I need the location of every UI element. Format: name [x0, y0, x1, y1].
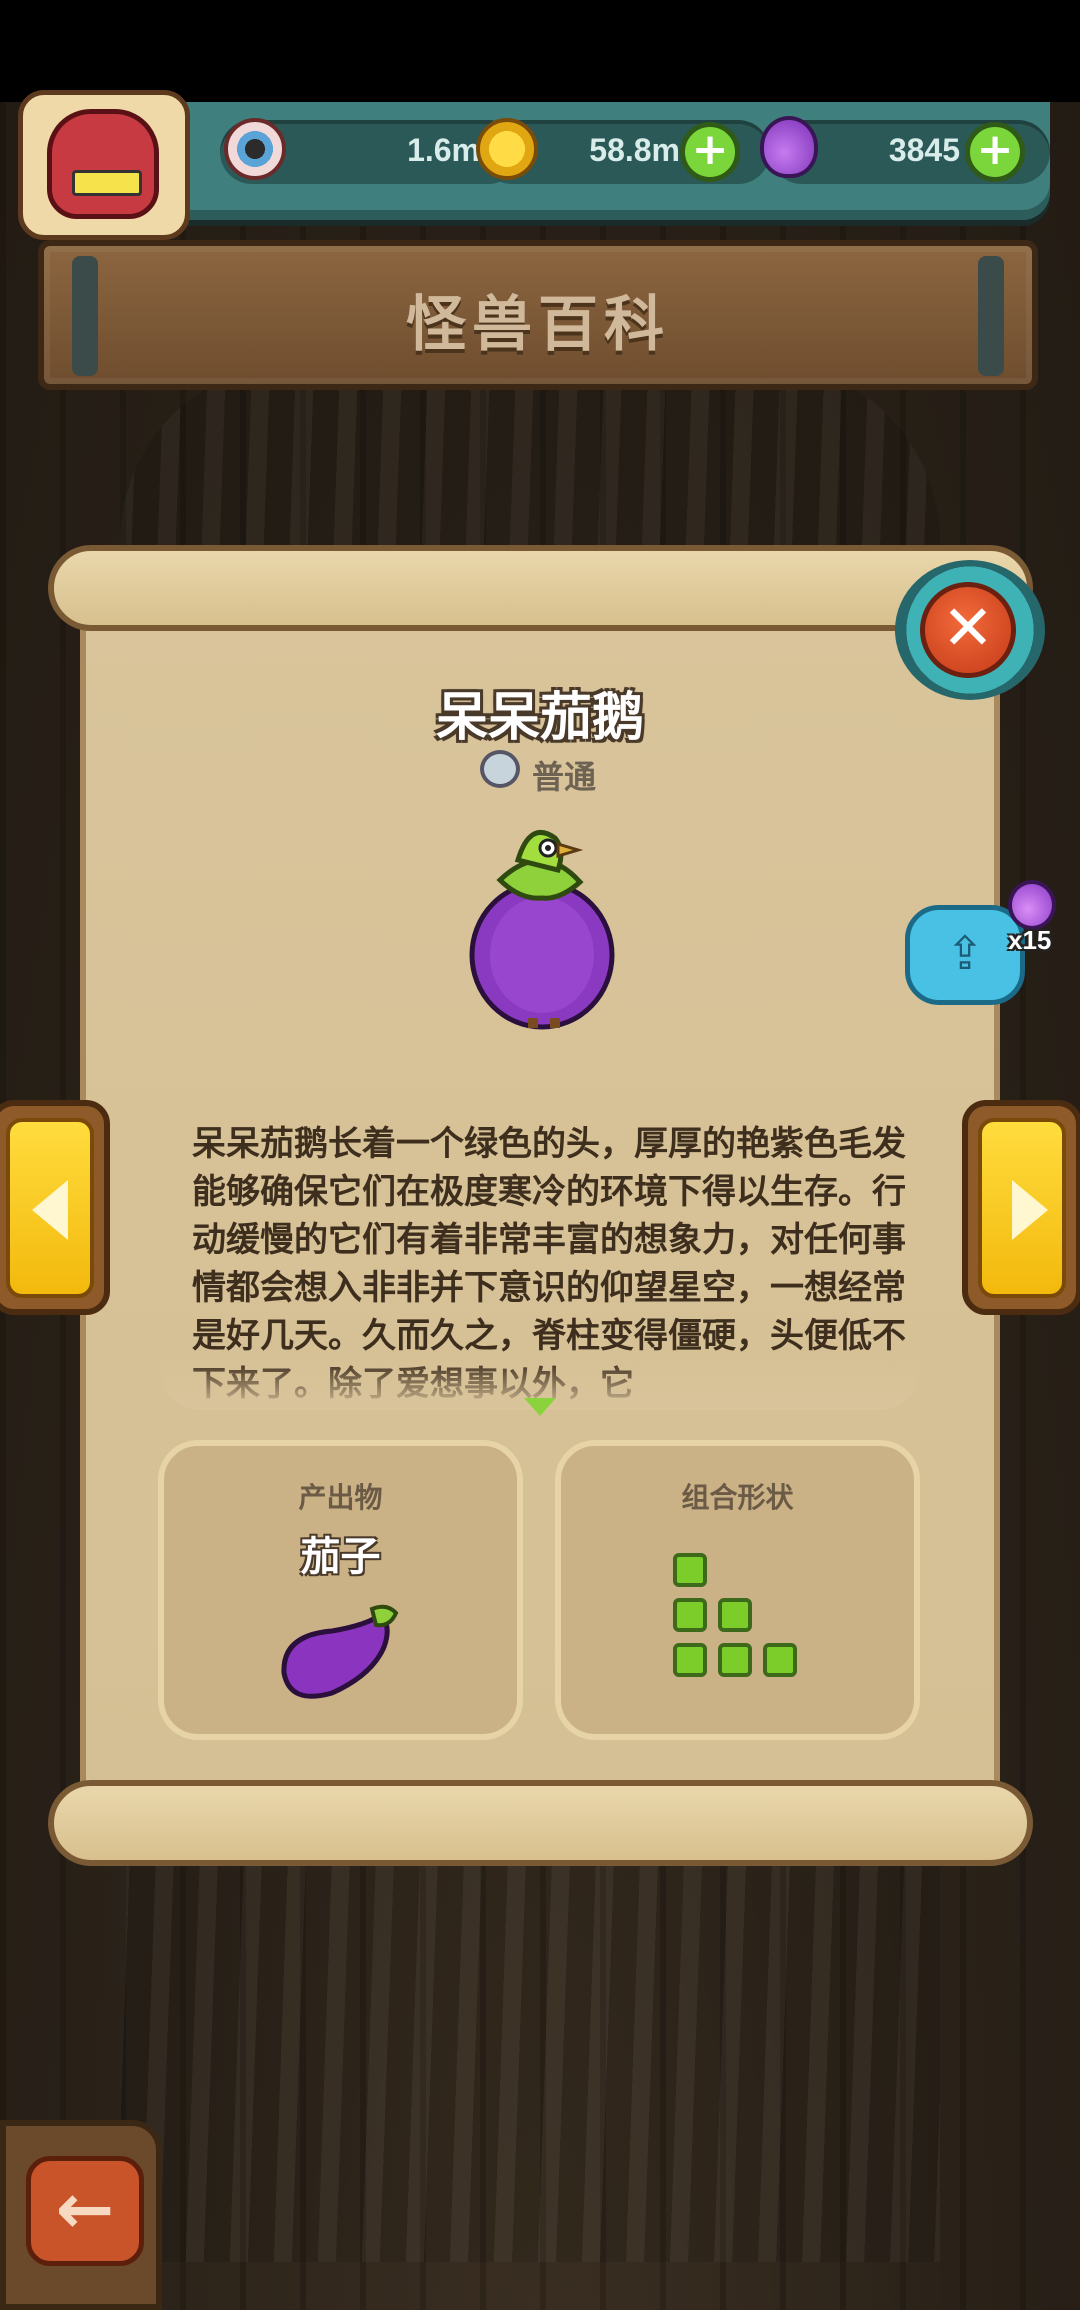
currency-bar: 1.6m 58.8m + 3845 + — [150, 102, 1050, 220]
close-icon: ✕ — [920, 582, 1016, 678]
shape-cell — [673, 1643, 707, 1677]
rarity-label: 普通 — [532, 758, 597, 796]
coin-icon — [476, 118, 538, 180]
previous-button-face — [6, 1118, 94, 1298]
scroll-roll-top — [48, 545, 1033, 631]
description-box[interactable]: 呆呆茄鹅长着一个绿色的头，厚厚的艳紫色毛发能够确保它们在极度寒冷的环境下得以生存… — [160, 1120, 920, 1410]
back-arrow-icon: ← — [26, 2156, 144, 2266]
add-gold-button[interactable]: + — [680, 122, 740, 182]
share-reward-potion-icon — [1008, 880, 1056, 930]
shape-cell — [673, 1598, 707, 1632]
potion-currency-value: 3845 — [888, 132, 960, 168]
scroll-down-indicator-icon[interactable] — [524, 1398, 556, 1416]
close-button[interactable]: ✕ — [895, 560, 1045, 700]
product-label: 产出物 — [298, 1481, 383, 1514]
horned-skull-icon — [480, 750, 520, 788]
potion-icon — [760, 116, 818, 178]
share-icon: ⇪ — [945, 926, 985, 980]
combination-shape-panel: 组合形状 — [555, 1440, 920, 1740]
shape-cell — [673, 1553, 707, 1587]
share-reward-count: x15 — [1008, 925, 1052, 955]
arrow-right-icon — [1012, 1180, 1048, 1240]
monster-name: 呆呆茄鹅 — [435, 688, 644, 748]
shape-cell — [763, 1643, 797, 1677]
previous-monster-button[interactable] — [0, 1100, 110, 1315]
shape-cell — [718, 1643, 752, 1677]
eye-currency-value: 1.6m — [407, 132, 480, 168]
player-avatar-button[interactable] — [18, 90, 190, 240]
shape-cell — [718, 1598, 752, 1632]
arrow-left-icon — [32, 1180, 68, 1240]
back-button[interactable]: ← — [0, 2120, 162, 2310]
status-bar — [0, 0, 1080, 102]
shape-label: 组合形状 — [681, 1481, 794, 1514]
page-title: 怪兽百科 — [406, 290, 670, 360]
avatar-teeth — [72, 170, 142, 196]
eggplant-icon — [281, 1604, 399, 1699]
scroll-roll-bottom — [48, 1780, 1033, 1866]
share-button[interactable]: ⇪ — [905, 905, 1025, 1005]
monster-description: 呆呆茄鹅长着一个绿色的头，厚厚的艳紫色毛发能够确保它们在极度寒冷的环境下得以生存… — [192, 1124, 906, 1404]
eyeball-icon — [224, 118, 286, 180]
title-banner: 怪兽百科 — [38, 240, 1038, 390]
add-potion-button[interactable]: + — [965, 122, 1025, 182]
next-monster-button[interactable] — [962, 1100, 1080, 1315]
gold-currency-value: 58.8m — [589, 132, 680, 168]
monster-avatar-icon — [47, 109, 159, 219]
next-button-face — [978, 1118, 1066, 1298]
product-name: 茄子 — [300, 1534, 381, 1580]
eggplant-goose-monster-illustration — [469, 830, 615, 1030]
